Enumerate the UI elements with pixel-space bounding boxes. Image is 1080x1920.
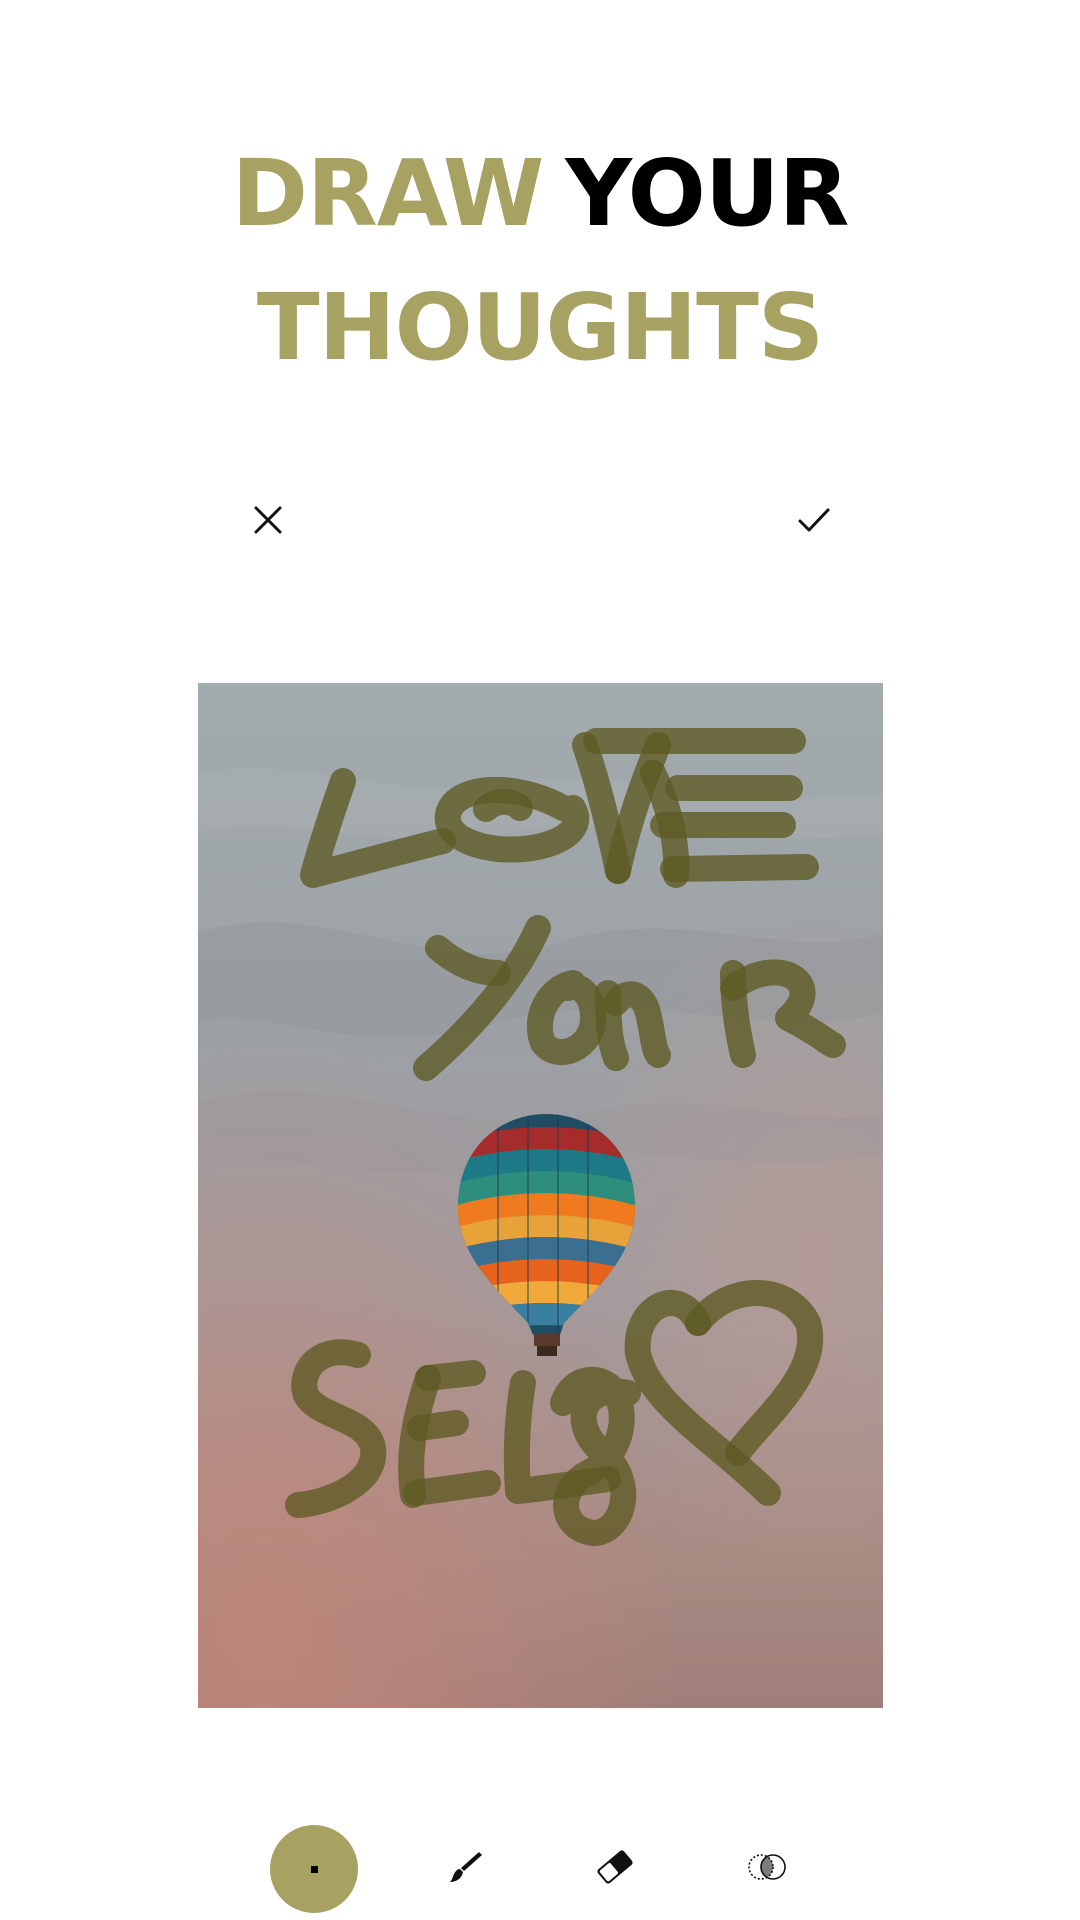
drawing-canvas[interactable] <box>198 683 883 1708</box>
headline-line-1: DRAW YOUR <box>0 148 1080 240</box>
drawing-tools-bar <box>0 1824 1080 1914</box>
close-button[interactable] <box>238 490 298 550</box>
brush-button[interactable] <box>420 1824 510 1914</box>
confirm-button[interactable] <box>784 490 844 550</box>
headline-word-your: YOUR <box>565 140 849 247</box>
check-icon <box>797 506 831 534</box>
color-picker-button[interactable] <box>269 1824 359 1914</box>
headline-line-2: THOUGHTS <box>0 282 1080 374</box>
eraser-icon <box>592 1844 638 1894</box>
drawing-editor-screen: DRAW YOUR THOUGHTS <box>0 0 1080 1920</box>
brush-icon <box>445 1847 485 1891</box>
headline-word-thoughts: THOUGHTS <box>256 274 824 381</box>
close-icon <box>253 505 283 535</box>
eraser-button[interactable] <box>570 1824 660 1914</box>
headline-word-draw: DRAW <box>231 140 545 247</box>
blend-icon <box>744 1852 790 1886</box>
color-swatch <box>270 1825 358 1913</box>
editor-top-toolbar <box>0 490 1080 550</box>
photo-with-drawing <box>198 683 883 1708</box>
brush-size-indicator <box>310 1865 318 1873</box>
blend-mode-button[interactable] <box>722 1824 812 1914</box>
